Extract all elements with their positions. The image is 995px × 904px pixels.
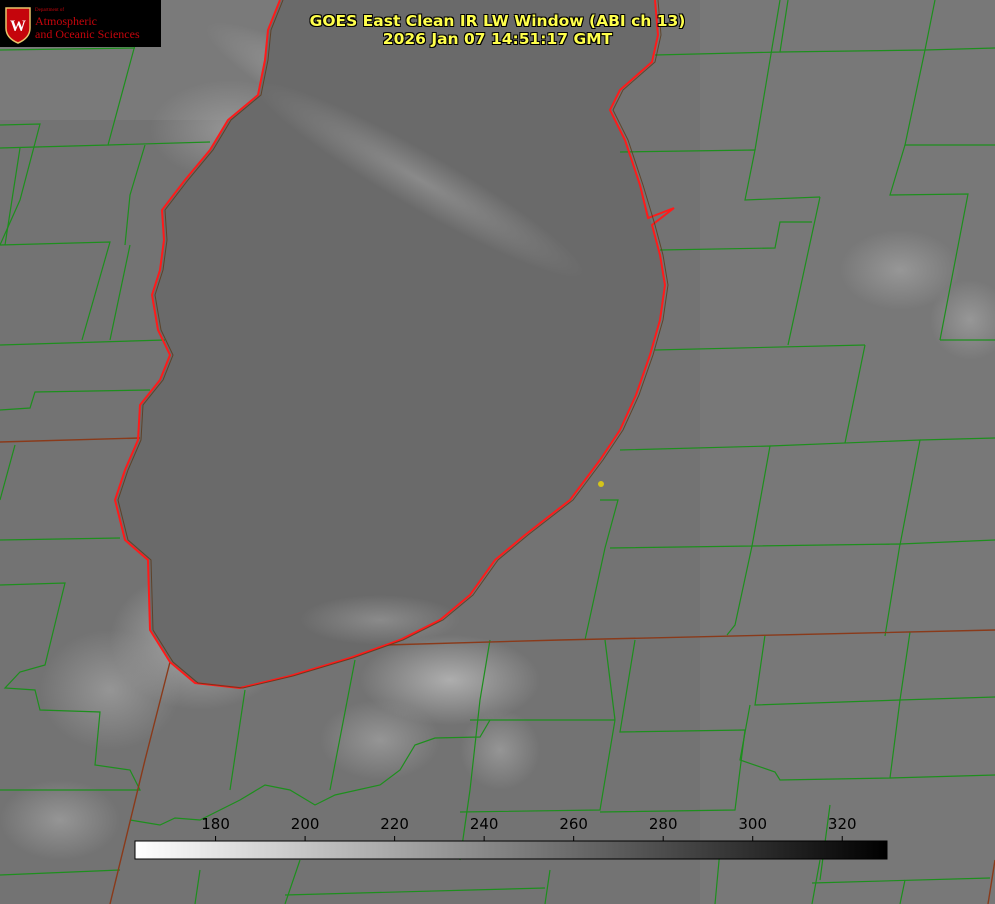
satellite-map: [0, 0, 995, 904]
colorbar-tick-label: 240: [469, 815, 499, 833]
map-timestamp: 2026 Jan 07 14:51:17 GMT: [382, 30, 613, 48]
colorbar-tick-label: 180: [201, 815, 230, 833]
colorbar-tick-label: 220: [380, 815, 409, 833]
colorbar-tick-label: 300: [738, 815, 768, 833]
colorbar-tick-label: 280: [648, 815, 678, 833]
colorbar-tick-label: 320: [827, 815, 857, 833]
map-title: GOES East Clean IR LW Window (ABI ch 13): [309, 12, 686, 30]
colorbar-tick-label: 200: [290, 815, 320, 833]
location-marker: [598, 481, 604, 487]
colorbar-tick-label: 260: [559, 815, 588, 833]
